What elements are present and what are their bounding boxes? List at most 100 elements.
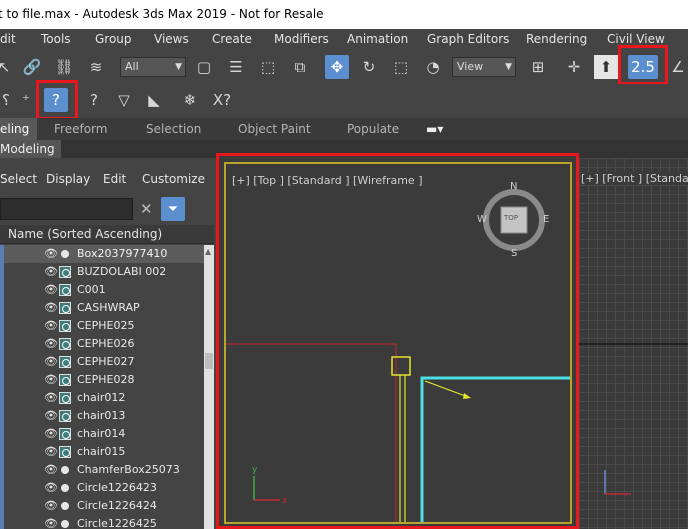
menu-rendering[interactable]: Rendering bbox=[526, 29, 587, 50]
viewport-front[interactable]: [+] [Front ] [Standard bbox=[579, 158, 688, 529]
dot-icon[interactable] bbox=[61, 466, 69, 474]
explorer-search-input[interactable] bbox=[0, 198, 133, 220]
tab-selection[interactable]: Selection bbox=[146, 118, 201, 140]
list-item[interactable]: 👁 chair014 bbox=[0, 425, 204, 443]
list-item[interactable]: 👁 CEPHE028 bbox=[0, 371, 204, 389]
menu-views[interactable]: Views bbox=[154, 29, 189, 50]
object-name[interactable]: Box2037977410 bbox=[77, 245, 167, 263]
eye-icon[interactable]: 👁 bbox=[44, 425, 58, 443]
object-icon[interactable] bbox=[59, 266, 71, 278]
explorer-menu-select[interactable]: Select bbox=[0, 172, 37, 186]
object-name[interactable]: chair012 bbox=[77, 389, 125, 407]
snap-endpoint-icon[interactable]: ⁺ bbox=[14, 88, 38, 112]
viewcube[interactable]: TOP N S E W bbox=[477, 181, 549, 259]
list-item[interactable]: 👁 C001 bbox=[0, 281, 204, 299]
eye-icon[interactable]: 👁 bbox=[44, 461, 58, 479]
object-name[interactable]: chair013 bbox=[77, 407, 125, 425]
pivot-center-icon[interactable]: ⊞ bbox=[526, 55, 550, 79]
menu-animation[interactable]: Animation bbox=[347, 29, 408, 50]
object-name[interactable]: BUZDOLABI 002 bbox=[77, 263, 166, 281]
object-icon[interactable] bbox=[59, 284, 71, 296]
scale-icon[interactable]: ⬚ bbox=[389, 55, 413, 79]
list-item[interactable]: 👁 chair015 bbox=[0, 443, 204, 461]
object-name[interactable]: CEPHE028 bbox=[77, 371, 134, 389]
eye-icon[interactable]: 👁 bbox=[44, 299, 58, 317]
list-item[interactable]: 👁 Circle1226424 bbox=[0, 497, 204, 515]
move-icon[interactable]: ✥ bbox=[325, 55, 349, 79]
list-item[interactable]: 👁 chair013 bbox=[0, 407, 204, 425]
filter-icon[interactable]: ⏷ bbox=[161, 197, 185, 221]
snap-freeze-icon[interactable]: ❄ bbox=[178, 88, 202, 112]
object-icon[interactable] bbox=[59, 410, 71, 422]
object-icon[interactable] bbox=[59, 320, 71, 332]
object-name[interactable]: Circle1226424 bbox=[77, 497, 157, 515]
object-icon[interactable] bbox=[59, 338, 71, 350]
select-icon[interactable]: ↖ bbox=[0, 55, 16, 79]
viewcube-face-label[interactable]: TOP bbox=[504, 214, 518, 222]
list-item[interactable]: 👁 BUZDOLABI 002 bbox=[0, 263, 204, 281]
eye-icon[interactable]: 👁 bbox=[44, 479, 58, 497]
selection-filter-dropdown[interactable]: All ▼ bbox=[120, 57, 186, 77]
keyboard-shortcut-override-icon[interactable]: ⬆ bbox=[594, 55, 618, 79]
object-icon[interactable] bbox=[59, 302, 71, 314]
eye-icon[interactable]: 👁 bbox=[44, 245, 58, 263]
list-item[interactable]: 👁 Box2037977410 bbox=[0, 245, 204, 263]
rectangular-selection-icon[interactable]: ⬚ bbox=[256, 55, 280, 79]
explorer-scrollbar[interactable]: ▲ bbox=[204, 245, 214, 529]
explorer-column-header[interactable]: Name (Sorted Ascending) bbox=[0, 225, 214, 244]
eye-icon[interactable]: 👁 bbox=[44, 497, 58, 515]
select-by-name-icon[interactable]: ☰ bbox=[224, 55, 248, 79]
list-item[interactable]: 👁 CEPHE025 bbox=[0, 317, 204, 335]
menu-graph-editors[interactable]: Graph Editors bbox=[427, 29, 509, 50]
object-name[interactable]: CEPHE026 bbox=[77, 335, 134, 353]
object-name[interactable]: CASHWRAP bbox=[77, 299, 140, 317]
select-object-icon[interactable]: ▢ bbox=[192, 55, 216, 79]
eye-icon[interactable]: 👁 bbox=[44, 263, 58, 281]
window-crossing-icon[interactable]: ⧉ bbox=[288, 55, 312, 79]
close-icon[interactable]: ✕ bbox=[140, 200, 154, 218]
list-item[interactable]: 👁 CASHWRAP bbox=[0, 299, 204, 317]
select-and-manipulate-icon[interactable]: ✛ bbox=[562, 55, 586, 79]
ribbon-options-icon[interactable]: ▬▾ bbox=[426, 118, 443, 140]
object-name[interactable]: chair014 bbox=[77, 425, 125, 443]
snap-center-face-icon[interactable]: ◣ bbox=[142, 88, 166, 112]
explorer-menu-customize[interactable]: Customize bbox=[142, 172, 205, 186]
object-name[interactable]: chair015 bbox=[77, 443, 125, 461]
angle-snap-icon[interactable]: ∠ bbox=[666, 55, 688, 79]
bind-space-warp-icon[interactable]: ≋ bbox=[84, 55, 108, 79]
list-item[interactable]: 👁 ChamferBox25073 bbox=[0, 461, 204, 479]
dot-icon[interactable] bbox=[61, 502, 69, 510]
object-icon[interactable] bbox=[59, 428, 71, 440]
menu-create[interactable]: Create bbox=[212, 29, 252, 50]
eye-icon[interactable]: 👁 bbox=[44, 281, 58, 299]
menu-group[interactable]: Group bbox=[95, 29, 132, 50]
eye-icon[interactable]: 👁 bbox=[44, 389, 58, 407]
tab-modeling[interactable]: eling bbox=[0, 118, 38, 140]
explorer-menu-edit[interactable]: Edit bbox=[103, 172, 126, 186]
eye-icon[interactable]: 👁 bbox=[44, 317, 58, 335]
explorer-menu-display[interactable]: Display bbox=[46, 172, 90, 186]
dot-icon[interactable] bbox=[61, 520, 69, 528]
tab-populate[interactable]: Populate bbox=[347, 118, 399, 140]
place-icon[interactable]: ◔ bbox=[421, 55, 445, 79]
dot-icon[interactable] bbox=[61, 250, 69, 258]
eye-icon[interactable]: 👁 bbox=[44, 515, 58, 529]
menu-tools[interactable]: Tools bbox=[41, 29, 71, 50]
unlink-icon[interactable]: ⛓ bbox=[52, 55, 76, 79]
eye-icon[interactable]: 👁 bbox=[44, 407, 58, 425]
object-name[interactable]: Circle1226423 bbox=[77, 479, 157, 497]
object-icon[interactable] bbox=[59, 356, 71, 368]
snap-midpoint-icon[interactable]: ? bbox=[82, 88, 106, 112]
list-item[interactable]: 👁 Circle1226425 bbox=[0, 515, 204, 529]
list-item[interactable]: 👁 CEPHE027 bbox=[0, 353, 204, 371]
object-icon[interactable] bbox=[59, 374, 71, 386]
eye-icon[interactable]: 👁 bbox=[44, 371, 58, 389]
link-icon[interactable]: 🔗 bbox=[20, 55, 44, 79]
eye-icon[interactable]: 👁 bbox=[44, 353, 58, 371]
object-name[interactable]: C001 bbox=[77, 281, 106, 299]
list-item[interactable]: 👁 chair012 bbox=[0, 389, 204, 407]
tab-freeform[interactable]: Freeform bbox=[54, 118, 107, 140]
object-icon[interactable] bbox=[59, 446, 71, 458]
snap-axis-constraint-icon[interactable]: X? bbox=[210, 88, 234, 112]
object-name[interactable]: CEPHE027 bbox=[77, 353, 134, 371]
